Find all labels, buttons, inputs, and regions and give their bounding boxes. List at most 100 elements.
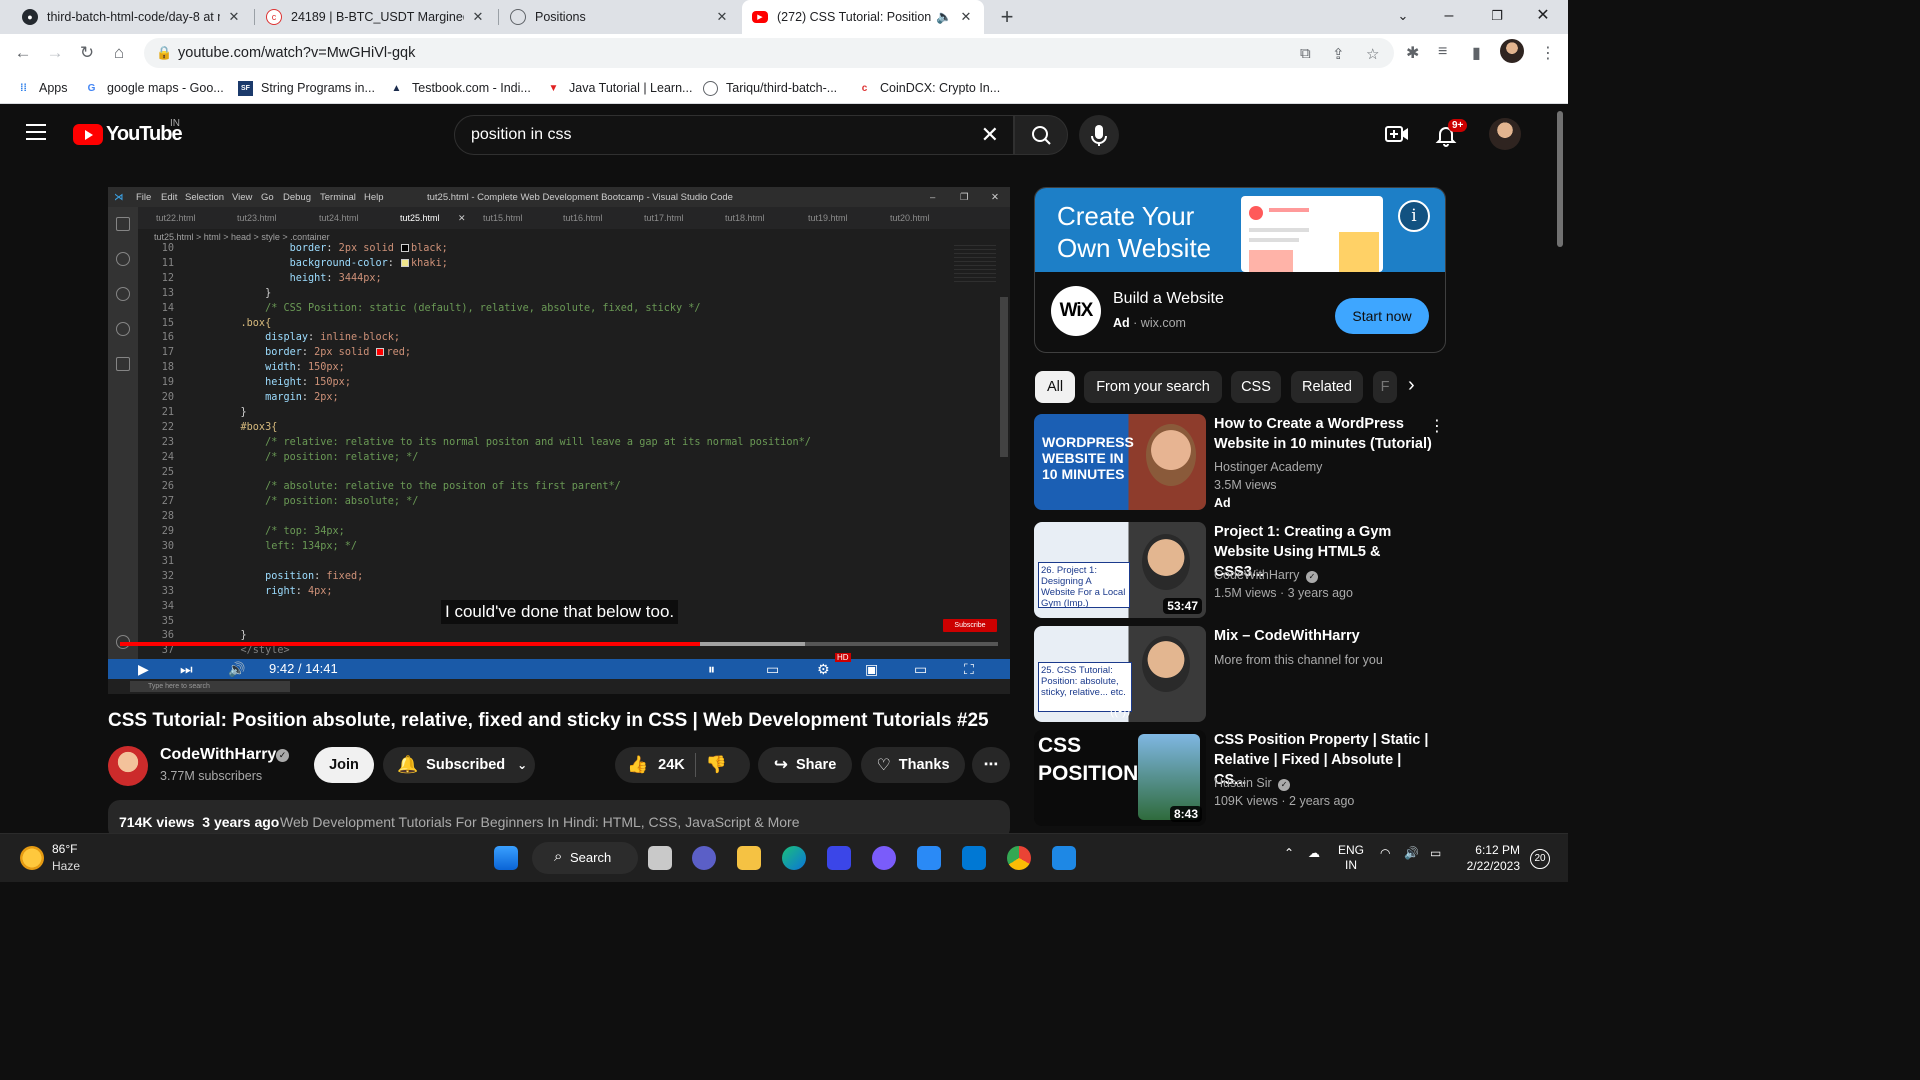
- theater-mode-button[interactable]: ▭: [914, 661, 927, 678]
- bookmark-coindcx[interactable]: c CoinDCX: Crypto In...: [857, 78, 1000, 98]
- search-query[interactable]: position in css: [471, 126, 572, 144]
- recommendation-channel[interactable]: Hostinger Academy: [1214, 460, 1322, 474]
- volume-icon[interactable]: 🔊: [228, 661, 245, 678]
- onedrive-cloud-icon[interactable]: ☁: [1308, 846, 1320, 860]
- taskbar-clock[interactable]: 6:12 PM 2/22/2023: [1462, 842, 1520, 874]
- account-avatar[interactable]: [1489, 118, 1521, 150]
- fullscreen-button[interactable]: ⛶: [964, 661, 974, 678]
- recommendation-item[interactable]: WORDPRESS WEBSITE IN 10 MINUTES How to C…: [1034, 414, 1452, 510]
- hamburger-menu-icon[interactable]: [26, 124, 46, 140]
- speaker-icon[interactable]: 🔊: [1404, 846, 1419, 860]
- close-tab-icon[interactable]: ✕: [714, 9, 730, 25]
- search-button[interactable]: [1014, 115, 1068, 155]
- recommendation-item[interactable]: 26. Project 1: Designing A Website For a…: [1034, 522, 1452, 618]
- share-button[interactable]: ↪ Share: [758, 747, 852, 783]
- clear-search-icon[interactable]: ✕: [981, 122, 999, 148]
- new-tab-button[interactable]: +: [993, 4, 1021, 30]
- close-tab-icon[interactable]: ✕: [958, 9, 974, 25]
- more-options-icon[interactable]: ⋮: [1429, 416, 1445, 436]
- channel-name[interactable]: CodeWithHarry: [160, 746, 276, 764]
- side-panel-icon[interactable]: ▮: [1472, 43, 1481, 63]
- video-player[interactable]: ⋊ File Edit Selection View Go Debug Term…: [108, 187, 1010, 694]
- weather-condition[interactable]: Haze: [52, 859, 80, 873]
- wifi-icon[interactable]: ◠: [1380, 846, 1390, 860]
- scrollbar-thumb[interactable]: [1557, 111, 1563, 247]
- close-tab-icon[interactable]: ✕: [226, 9, 242, 25]
- home-button[interactable]: ⌂: [104, 38, 134, 68]
- window-close-button[interactable]: ✕: [1520, 0, 1566, 34]
- bookmark-apps[interactable]: ⁞⁞ Apps: [16, 78, 67, 98]
- power-automate-icon[interactable]: [917, 846, 941, 870]
- browser-tab-positions[interactable]: Positions ✕: [500, 0, 740, 34]
- pen-app-icon[interactable]: [827, 846, 851, 870]
- recommendation-item[interactable]: CSS POSITION 8:43 CSS Position Property …: [1034, 730, 1452, 826]
- back-button[interactable]: ←: [8, 38, 38, 68]
- recommendation-item[interactable]: 25. CSS Tutorial: Position: absolute, st…: [1034, 626, 1452, 722]
- restore-button[interactable]: ❐: [1474, 0, 1520, 34]
- recommendation-channel[interactable]: CodeWithHarry: [1214, 568, 1299, 582]
- chip-from-your-search[interactable]: From your search: [1084, 371, 1222, 403]
- extensions-icon[interactable]: ✱: [1406, 43, 1419, 63]
- tab-search-icon[interactable]: ⌄: [1380, 0, 1426, 34]
- minimize-button[interactable]: –: [1426, 0, 1472, 34]
- show-hidden-icons[interactable]: ⌃: [1284, 846, 1294, 860]
- start-now-button[interactable]: Start now: [1335, 298, 1429, 334]
- teams-chat-icon[interactable]: [692, 846, 716, 870]
- recommendation-channel-row[interactable]: CodeWithHarry ✓: [1214, 568, 1318, 583]
- open-in-app-icon[interactable]: ⧉: [1300, 45, 1311, 62]
- settings-gear-icon[interactable]: ⚙: [817, 661, 830, 678]
- photos-app-icon[interactable]: [1052, 846, 1076, 870]
- thanks-button[interactable]: ♡ Thanks: [861, 747, 965, 783]
- ad-info-icon[interactable]: i: [1398, 200, 1430, 232]
- browser-tab-coindcx[interactable]: c 24189 | B-BTC_USDT Margined Pe ✕: [256, 0, 496, 34]
- file-explorer-icon[interactable]: [737, 846, 761, 870]
- forward-button[interactable]: →: [40, 38, 70, 68]
- search-input[interactable]: position in css ✕: [454, 115, 1014, 155]
- playlist-link[interactable]: Web Development Tutorials For Beginners …: [280, 814, 800, 830]
- video-thumbnail[interactable]: WORDPRESS WEBSITE IN 10 MINUTES: [1034, 414, 1206, 510]
- chip-all[interactable]: All: [1035, 371, 1075, 403]
- url-text[interactable]: youtube.com/watch?v=MwGHiVl-gqk: [178, 45, 415, 61]
- video-thumbnail[interactable]: 26. Project 1: Designing A Website For a…: [1034, 522, 1206, 618]
- chevron-right-icon[interactable]: ›: [1408, 374, 1415, 397]
- task-view-icon[interactable]: [648, 846, 672, 870]
- chrome-taskbar-icon[interactable]: [1007, 846, 1031, 870]
- weather-sun-icon[interactable]: [20, 846, 44, 870]
- menu-kebab-icon[interactable]: ⋮: [1540, 43, 1556, 63]
- taskbar-search[interactable]: Search: [532, 842, 638, 874]
- profile-avatar[interactable]: [1500, 39, 1524, 63]
- page-scrollbar[interactable]: [1552, 105, 1568, 833]
- like-thumb-icon[interactable]: 👍: [627, 755, 648, 775]
- recommendation-channel-row[interactable]: Husain Sir ✓: [1214, 776, 1291, 791]
- create-video-icon[interactable]: [1384, 123, 1410, 145]
- video-thumbnail[interactable]: CSS POSITION 8:43: [1034, 730, 1206, 826]
- captions-button[interactable]: ▭: [766, 661, 779, 678]
- edge-browser-icon[interactable]: [782, 846, 806, 870]
- pause-button[interactable]: ▶: [138, 661, 149, 678]
- bookmark-string-programs[interactable]: SF String Programs in...: [238, 78, 375, 98]
- miniplayer-button[interactable]: ▣: [865, 661, 878, 678]
- bookmark-google-maps[interactable]: G google maps - Goo...: [84, 78, 224, 98]
- recommendation-title[interactable]: Mix – CodeWithHarry: [1214, 626, 1434, 646]
- weather-temperature[interactable]: 86°F: [52, 842, 77, 856]
- share-icon[interactable]: ⇪: [1332, 45, 1345, 63]
- chip-related[interactable]: Related: [1291, 371, 1363, 403]
- recommendation-title[interactable]: How to Create a WordPress Website in 10 …: [1214, 414, 1434, 454]
- subscribe-watermark[interactable]: Subscribe: [943, 619, 997, 632]
- copilot-app-icon[interactable]: [872, 846, 896, 870]
- ad-card[interactable]: Create Your Own Website i WiX Build a We…: [1034, 187, 1446, 353]
- autoplay-toggle[interactable]: ⏸: [708, 661, 715, 678]
- channel-avatar[interactable]: [108, 746, 148, 786]
- like-count[interactable]: 24K: [658, 757, 685, 773]
- bookmark-java-tutorial[interactable]: ▼ Java Tutorial | Learn...: [546, 78, 693, 98]
- video-thumbnail[interactable]: 25. CSS Tutorial: Position: absolute, st…: [1034, 626, 1206, 722]
- browser-tab-youtube[interactable]: ▶ (272) CSS Tutorial: Position a 🔈 ✕: [742, 0, 984, 34]
- subscribed-button[interactable]: 🔔 Subscribed ⌄: [383, 747, 535, 783]
- windows-start-icon[interactable]: [494, 846, 518, 870]
- progress-bar[interactable]: [120, 642, 998, 646]
- recommendation-channel[interactable]: Husain Sir: [1214, 776, 1272, 790]
- next-button[interactable]: ⏭: [180, 661, 193, 678]
- more-actions-button[interactable]: ⋯: [972, 747, 1010, 783]
- browser-tab-github[interactable]: ● third-batch-html-code/day-8 at m ✕: [12, 0, 252, 34]
- ad-banner[interactable]: Create Your Own Website i: [1035, 188, 1445, 272]
